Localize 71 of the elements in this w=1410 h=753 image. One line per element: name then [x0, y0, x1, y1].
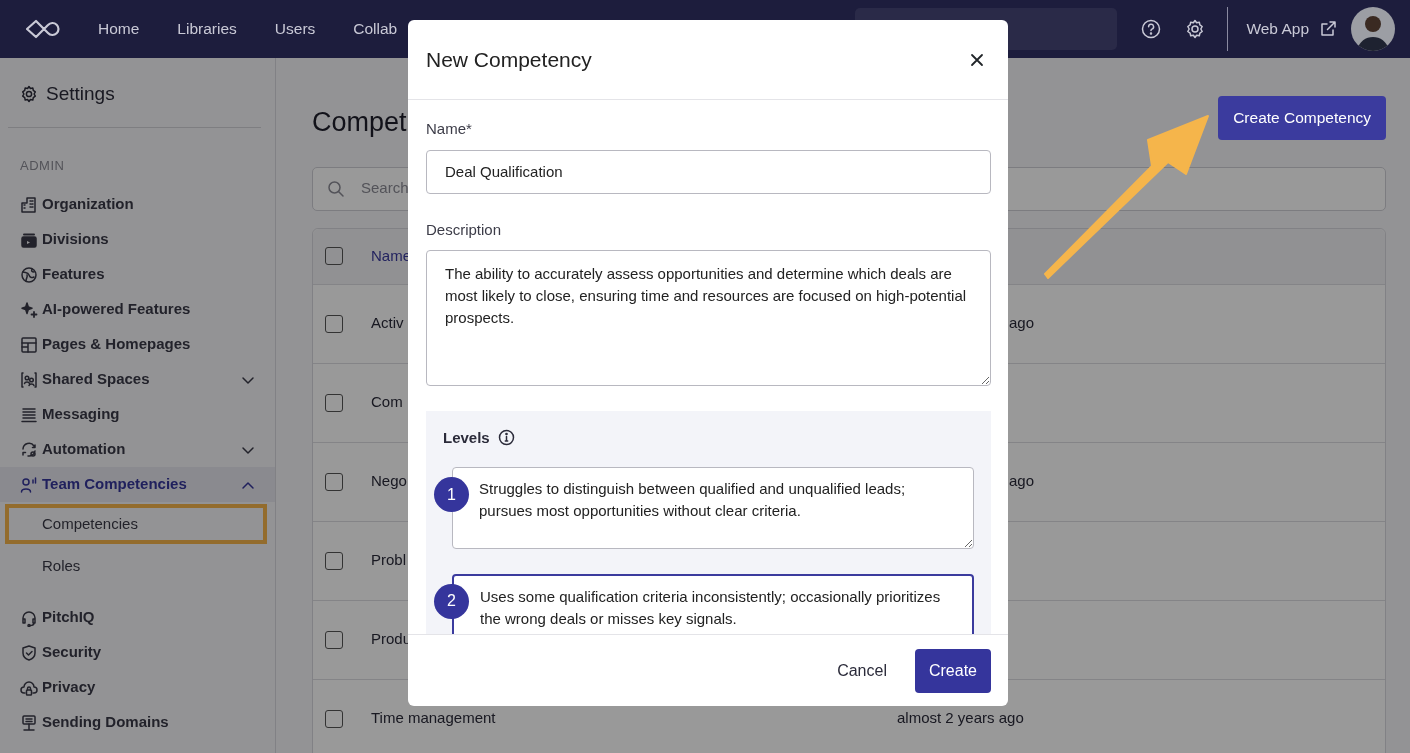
name-field[interactable]: Deal Qualification	[426, 149, 991, 194]
sidebar-item[interactable]: Organization	[0, 187, 275, 222]
nav-link[interactable]: Home	[98, 17, 140, 41]
close-icon	[970, 52, 984, 67]
person-icon	[20, 475, 38, 494]
sidebar-subitem[interactable]: Competencies	[5, 504, 267, 544]
table-cell-text: Com	[371, 392, 403, 413]
globe-icon	[20, 265, 38, 284]
sidebar-item[interactable]: PitchIQ	[0, 600, 275, 635]
list-icon	[20, 405, 38, 424]
create-button[interactable]: Create Competency	[1218, 95, 1386, 140]
people-icon	[20, 370, 38, 389]
nav-link[interactable]: Libraries	[177, 17, 237, 41]
logo-icon	[24, 18, 60, 40]
checkbox[interactable]	[325, 314, 343, 333]
settings-icon[interactable]	[1185, 19, 1206, 39]
server-icon	[20, 713, 38, 732]
sidebar-item[interactable]: Features	[0, 257, 275, 292]
levels-label: Levels	[443, 427, 490, 448]
nav-link[interactable]: Collab	[353, 17, 398, 41]
sparkle-icon	[20, 300, 38, 319]
web-app-link[interactable]: Web App	[1246, 17, 1337, 41]
sidebar-item[interactable]: AI-powered Features	[0, 292, 275, 327]
headset-icon	[20, 608, 38, 627]
checkbox[interactable]	[325, 393, 343, 412]
cycle-icon	[20, 440, 38, 459]
sidebar-subitem[interactable]: Roles	[5, 546, 267, 586]
checkbox[interactable]	[325, 630, 343, 649]
table-cell-text: Activ	[371, 313, 404, 334]
layout-icon	[20, 335, 38, 354]
description-field[interactable]: The ability to accurately assess opportunities and determine which deals are most likely to close, ensuring time and resources are focused on high-potential prospects.	[426, 250, 991, 386]
sidebar-item[interactable]: Sending Domains	[0, 705, 275, 740]
checkbox[interactable]	[325, 709, 343, 728]
search-placeholder: Search	[361, 178, 409, 199]
sidebar-title: Settings	[46, 82, 115, 106]
checkbox[interactable]	[325, 247, 343, 265]
checkbox[interactable]	[325, 551, 343, 570]
cancel-button[interactable]: Cancel	[831, 657, 893, 684]
sidebar-item[interactable]: Security	[0, 635, 275, 670]
table-cell-text: ago	[1009, 471, 1035, 492]
avatar[interactable]	[1351, 7, 1395, 51]
checkbox[interactable]	[325, 472, 343, 491]
sidebar-item[interactable]: Messaging	[0, 397, 275, 432]
nav-link[interactable]: Users	[274, 17, 316, 41]
sidebar-item[interactable]: Pages & Homepages	[0, 327, 275, 362]
table-cell-text: almost 2 years ago	[897, 708, 1024, 729]
page-title: Compet	[312, 106, 407, 139]
modal-title: New Competency	[426, 46, 592, 73]
field-label: Name*	[426, 119, 473, 139]
sidebar-item[interactable]: Automation	[0, 432, 275, 467]
search-icon	[327, 179, 345, 198]
external-link-icon	[1319, 20, 1337, 38]
info-icon	[497, 429, 515, 447]
close-button[interactable]	[970, 52, 984, 67]
sidebar-item[interactable]: Team Competencies	[0, 467, 275, 502]
help-icon[interactable]	[1141, 19, 1162, 39]
building-icon	[20, 195, 38, 214]
section-label: ADMIN	[19, 156, 66, 175]
sidebar-item[interactable]: Divisions	[0, 222, 275, 257]
field-label: Description	[426, 219, 503, 240]
shield-icon	[20, 643, 38, 662]
sidebar-item[interactable]: Privacy	[0, 670, 275, 705]
web-app-label: Web App	[1246, 19, 1309, 40]
sidebar-item[interactable]: Shared Spaces	[0, 362, 275, 397]
table-cell-text: ago	[1009, 313, 1035, 334]
settings-icon	[20, 85, 38, 104]
create-button[interactable]: Create	[914, 648, 991, 693]
cloud-lock-icon	[20, 678, 38, 697]
table-cell-text: Nego	[371, 471, 407, 492]
table-cell-text: Time management	[371, 708, 496, 729]
table-cell-text: Probl	[371, 550, 407, 571]
